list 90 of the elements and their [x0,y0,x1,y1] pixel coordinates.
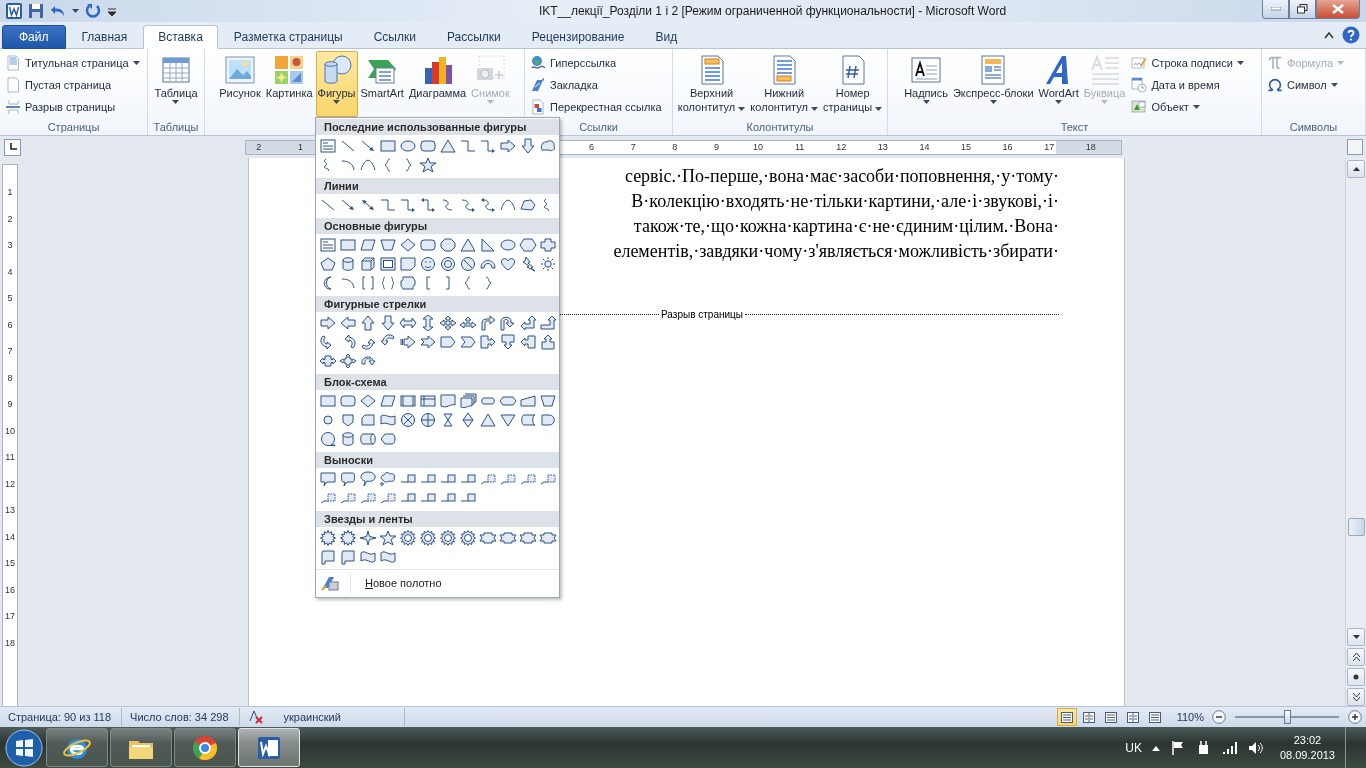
section-header: Выноски [316,452,559,468]
ribbon-tab[interactable]: Вид [640,25,693,49]
ribbon-button[interactable]: Закладка [527,74,665,96]
page-break-label: Разрыв страницы [661,309,743,320]
ribbon-button[interactable]: Титульная страница [2,52,143,74]
file-tab[interactable]: Файл [2,25,66,49]
ruler-number: 14 [919,141,930,152]
ribbon-tab[interactable]: Ссылки [358,25,431,49]
ruler-number: 14 [5,530,15,544]
ruler-number: 15 [5,557,15,570]
ribbon-tab[interactable]: Разметка страницы [218,25,358,49]
ruler-number: 11 [5,451,15,464]
ruler-number: 18 [1085,141,1096,152]
zoom-level[interactable]: 110% [1176,711,1204,723]
group-label: Страницы [46,120,101,135]
text-line: також·те,·що·кожна·картина·є·не·єдиним·цілим.·Вона· [633,215,1059,238]
ruler-number: 6 [7,318,13,332]
ribbon-button[interactable]: Символ [1264,74,1348,96]
ruler-number: 4 [7,265,13,279]
ribbon-button[interactable]: Строка подписи [1128,52,1247,74]
ribbon-tab[interactable]: Вставка [143,25,218,49]
ruler-number: 9 [713,141,719,152]
ribbon-tab[interactable]: Рассылки [431,25,516,49]
ribbon-button[interactable]: Надпись [902,51,950,117]
group-label: Ссылки [578,120,619,135]
ribbon-button[interactable]: SmartArt [358,51,406,117]
section-header: Фигурные стрелки [316,296,559,312]
ruler-number: 10 [753,141,763,152]
ruler-number: 2 [7,212,13,226]
ribbon-button[interactable]: Таблица [152,51,200,117]
text-line: елементів,·завдяки·чому·з'являється·можливість·збирати· [613,240,1059,263]
ribbon-tab[interactable]: Рецензирование [516,25,640,49]
menu-item[interactable]: Новое полотно [350,573,442,593]
ruler-number: 3 [7,239,13,252]
group-label: Колонтитулы [745,120,815,135]
word-count[interactable]: Число слов: 34 298 [122,708,240,726]
ruler-number: 16 [1002,141,1013,152]
ribbon-button[interactable]: Номер страницы [821,51,885,117]
section-header: Линии [316,178,559,194]
keyboard-language[interactable]: UK [1125,740,1142,755]
ruler-number: 16 [5,583,15,597]
page-count[interactable]: Страница: 90 из 118 [0,708,123,726]
ruler-number: 5 [7,292,13,305]
ribbon-button[interactable]: Пустая страница [2,74,143,96]
ribbon-button[interactable]: Гиперссылка [527,52,665,74]
section-header: Основные фигуры [316,218,559,234]
ruler-number: 13 [877,141,888,152]
ribbon-button[interactable]: Разрыв страницы [2,96,143,118]
ribbon-button[interactable]: Нижний колонтитул [748,51,820,117]
ruler-number: 13 [5,504,15,517]
ruler-number: 10 [5,424,15,438]
ruler-number: 1 [297,141,303,152]
ruler-number: 2 [256,141,262,152]
ruler-number: 18 [5,636,15,650]
ribbon-button[interactable]: Картинка [263,51,315,117]
clock-date[interactable]: 08.09.2013 [1279,747,1335,763]
ribbon-button[interactable]: Верхний колонтитул [675,51,748,117]
section-header: Последние использованные фигуры [316,119,559,135]
group-label: Текст [1059,120,1090,135]
ribbon-button[interactable]: Фигуры [315,51,358,117]
ruler-number: 17 [5,610,15,623]
ribbon-button[interactable]: Экспресс-блоки [950,51,1036,117]
ribbon-button[interactable]: Перекрестная ссылка [527,96,665,118]
ribbon-button[interactable]: Диаграмма [406,51,469,117]
ruler-number: 12 [5,477,15,491]
language-indicator[interactable]: украинский [269,708,405,726]
section-header: Блок-схема [316,374,559,390]
ruler-number: 6 [589,141,595,152]
ruler-number: 15 [961,141,971,152]
ruler-number: 11 [794,141,805,152]
ruler-number: 17 [1044,141,1055,152]
section-header: Звезды и ленты [316,511,559,527]
ruler-number: 8 [672,141,678,152]
ruler-number: 8 [7,371,13,385]
ribbon-button[interactable]: Рисунок [217,51,263,117]
ruler-number: 7 [630,141,636,152]
clock-time[interactable]: 23:02 [1293,732,1322,748]
ribbon-button[interactable]: WordArt [1036,51,1081,117]
ruler-number: 9 [7,398,13,411]
ribbon-tab[interactable]: Главная [66,25,143,49]
ruler-number: 12 [836,141,847,152]
group-label: Символы [1288,120,1339,135]
group-label: Таблицы [152,120,200,135]
ruler-number: 1 [7,186,13,199]
ribbon-button[interactable]: Дата и время [1128,74,1247,96]
ribbon-button[interactable]: Объект [1128,96,1247,118]
window-title: IKT__лекції_Розділи 1 і 2 [Режим ограниченной функциональности] - Microsoft Word [537,3,1008,18]
text-line: сервіс.·По-перше,·вона·має·засоби·поповнення,·у·тому· [624,165,1059,188]
ruler-number: 7 [7,345,13,358]
text-line: В·колекцію·входять·не·тільки·картини,·але·і·звукові,·і· [631,190,1059,213]
